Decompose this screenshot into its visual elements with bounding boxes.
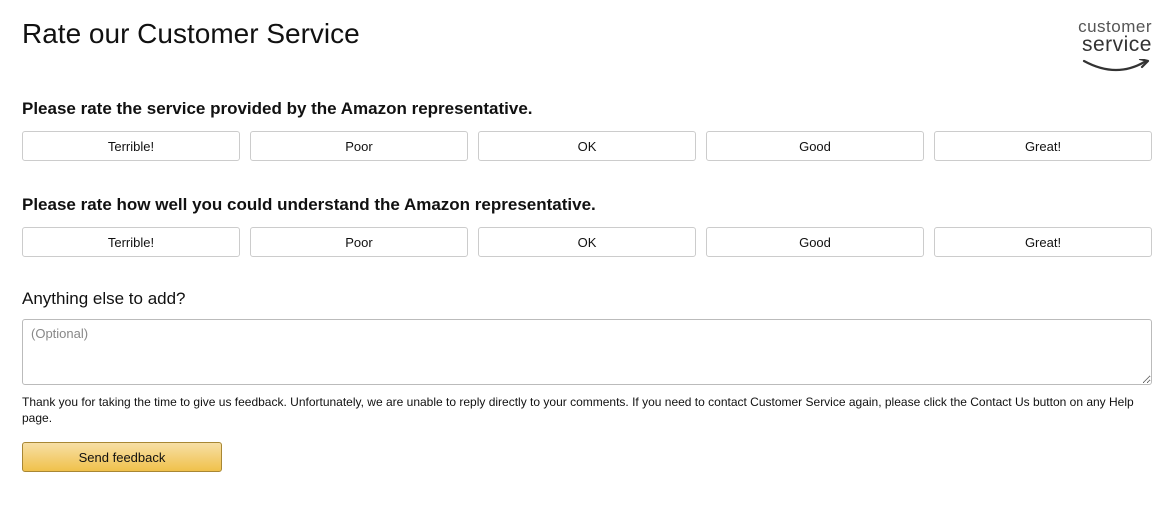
comment-textarea[interactable] [22,319,1152,385]
understand-rating-row: Terrible! Poor OK Good Great! [22,227,1152,257]
understand-rating-prompt: Please rate how well you could understan… [22,195,1152,215]
smile-icon [1082,59,1152,77]
feedback-note: Thank you for taking the time to give us… [22,394,1152,426]
service-rating-prompt: Please rate the service provided by the … [22,99,1152,119]
understand-rating-terrible-button[interactable]: Terrible! [22,227,240,257]
customer-service-logo: customer service [1078,18,1152,81]
service-rating-row: Terrible! Poor OK Good Great! [22,131,1152,161]
service-rating-terrible-button[interactable]: Terrible! [22,131,240,161]
service-rating-good-button[interactable]: Good [706,131,924,161]
understand-rating-ok-button[interactable]: OK [478,227,696,257]
service-rating-poor-button[interactable]: Poor [250,131,468,161]
service-rating-great-button[interactable]: Great! [934,131,1152,161]
understand-rating-poor-button[interactable]: Poor [250,227,468,257]
page-title: Rate our Customer Service [22,18,360,50]
logo-line-2: service [1078,34,1152,55]
understand-rating-great-button[interactable]: Great! [934,227,1152,257]
service-rating-ok-button[interactable]: OK [478,131,696,161]
comment-prompt: Anything else to add? [22,289,1152,309]
understand-rating-good-button[interactable]: Good [706,227,924,257]
send-feedback-button[interactable]: Send feedback [22,442,222,472]
